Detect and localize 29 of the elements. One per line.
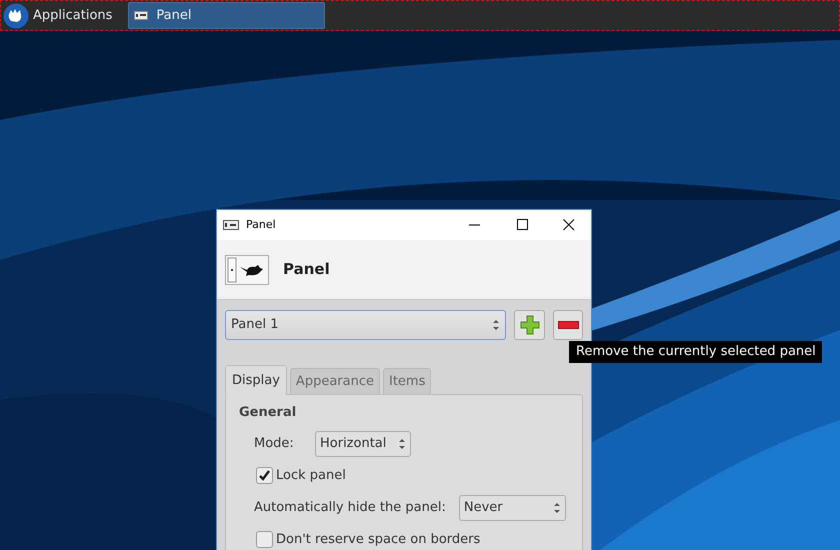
spinner-arrows-icon bbox=[552, 502, 561, 514]
tab[interactable]: Display bbox=[225, 365, 287, 395]
add-panel-button[interactable] bbox=[514, 310, 546, 340]
field-label: Mode: bbox=[254, 434, 295, 453]
applications-menu[interactable]: Applications bbox=[33, 6, 112, 26]
tooltip: Remove the currently selected panel bbox=[569, 341, 822, 363]
checkbox[interactable] bbox=[256, 467, 273, 484]
taskbar-button[interactable]: Panel bbox=[128, 2, 326, 29]
remove-panel-button[interactable] bbox=[553, 310, 583, 340]
panel-select[interactable]: Panel 1 bbox=[225, 310, 506, 340]
window-title: Panel bbox=[246, 216, 276, 233]
header-title: Panel bbox=[283, 259, 330, 280]
checkbox-label: Lock panel bbox=[276, 466, 346, 485]
spinner-arrows-icon bbox=[398, 438, 406, 450]
section-title: General bbox=[239, 404, 298, 422]
minus-icon bbox=[558, 321, 579, 329]
maximize-icon[interactable] bbox=[517, 219, 529, 231]
dropdown[interactable]: Horizontal bbox=[315, 430, 411, 456]
panel-mouse-icon bbox=[225, 254, 269, 284]
window-icon bbox=[134, 11, 148, 20]
plus-icon bbox=[520, 315, 540, 335]
checkbox[interactable] bbox=[256, 531, 273, 548]
window-icon bbox=[223, 220, 239, 230]
spinner-arrows-icon bbox=[492, 319, 500, 331]
dropdown[interactable]: Never bbox=[458, 494, 566, 520]
field-label: Automatically hide the panel: bbox=[254, 498, 446, 517]
paw-logo-icon[interactable] bbox=[3, 2, 29, 28]
close-icon[interactable] bbox=[563, 219, 575, 231]
checkbox-label: Don't reserve space on borders bbox=[276, 530, 480, 549]
